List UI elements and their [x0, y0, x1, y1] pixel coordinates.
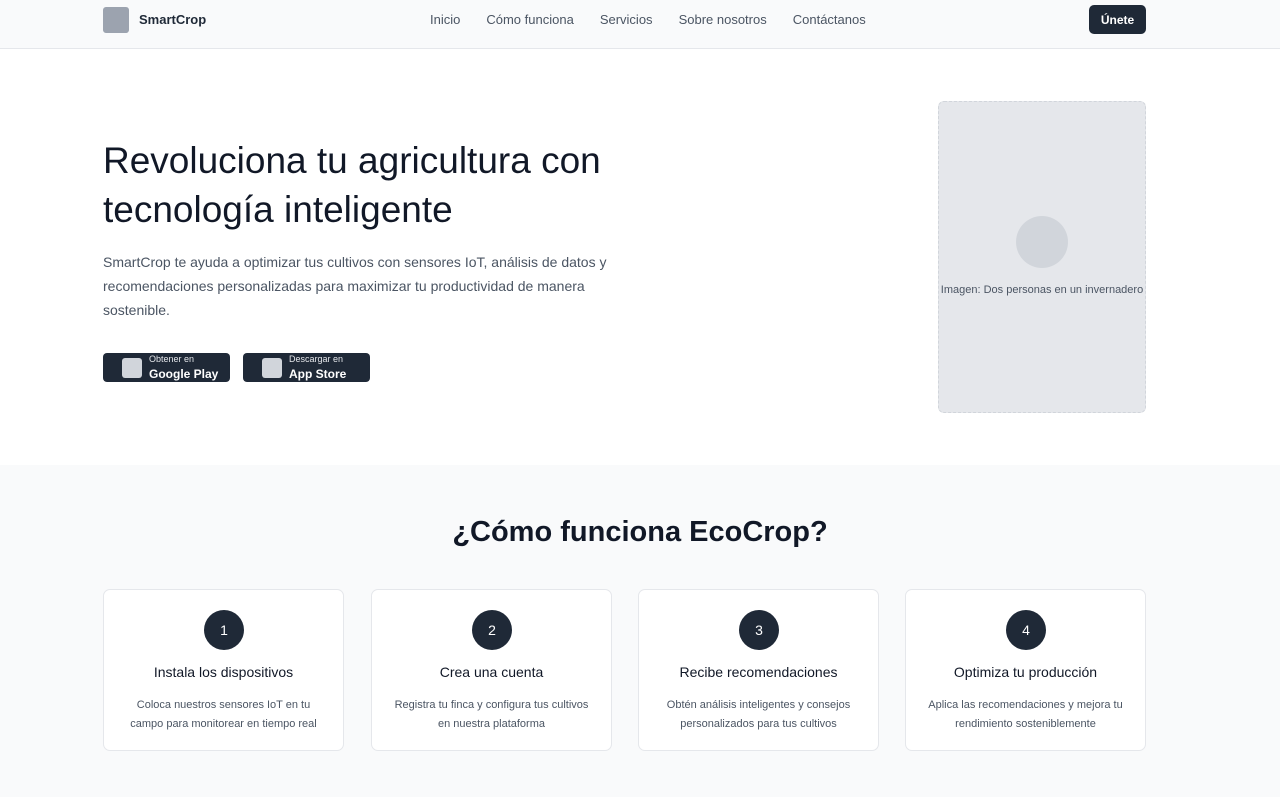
join-button[interactable]: Únete — [1089, 5, 1146, 34]
step-card: 3 Recibe recomendaciones Obtén análisis … — [638, 589, 879, 751]
nav-links: Inicio Cómo funciona Servicios Sobre nos… — [430, 12, 866, 27]
image-placeholder-icon — [1016, 216, 1068, 268]
logo-icon[interactable] — [103, 7, 129, 33]
step-card: 2 Crea una cuenta Registra tu finca y co… — [371, 589, 612, 751]
step-description: Obtén análisis inteligentes y consejos p… — [666, 699, 851, 730]
image-caption: Imagen: Dos personas en un invernadero — [940, 284, 1144, 296]
step-number-badge: 2 — [472, 610, 512, 650]
google-play-small-label: Obtener en — [149, 354, 195, 364]
step-description: Coloca nuestros sensores IoT en tu campo… — [130, 699, 317, 730]
step-card: 1 Instala los dispositivos Coloca nuestr… — [103, 589, 344, 751]
app-store-button[interactable]: Descargar en App Store — [243, 353, 370, 382]
section-title: ¿Cómo funciona EcoCrop? — [452, 516, 828, 548]
step-description: Aplica las recomendaciones y mejora tu r… — [928, 699, 1123, 730]
nav-link-inicio[interactable]: Inicio — [430, 12, 460, 27]
app-store-big-label: App Store — [289, 367, 347, 381]
google-play-big-label: Google Play — [149, 367, 219, 381]
app-store-icon — [262, 358, 282, 378]
brand-name[interactable]: SmartCrop — [139, 12, 206, 27]
how-it-works-section: ¿Cómo funciona EcoCrop? 1 Instala los di… — [0, 465, 1280, 797]
nav-link-como-funciona[interactable]: Cómo funciona — [486, 12, 573, 27]
nav-link-contactanos[interactable]: Contáctanos — [793, 12, 866, 27]
step-card: 4 Optimiza tu producción Aplica las reco… — [905, 589, 1146, 751]
step-title: Recibe recomendaciones — [679, 664, 838, 680]
top-navbar: SmartCrop Inicio Cómo funciona Servicios… — [0, 0, 1280, 49]
step-title: Instala los dispositivos — [153, 664, 294, 680]
nav-link-servicios[interactable]: Servicios — [600, 12, 653, 27]
step-title: Crea una cuenta — [439, 664, 544, 680]
step-number-badge: 4 — [1006, 610, 1046, 650]
nav-link-sobre-nosotros[interactable]: Sobre nosotros — [679, 12, 767, 27]
step-number-badge: 1 — [204, 610, 244, 650]
step-number-badge: 3 — [739, 610, 779, 650]
google-play-icon — [122, 358, 142, 378]
google-play-button[interactable]: Obtener en Google Play — [103, 353, 230, 382]
app-store-small-label: Descargar en — [289, 354, 344, 364]
step-title: Optimiza tu producción — [953, 664, 1098, 680]
hero-image-placeholder: Imagen: Dos personas en un invernadero — [938, 101, 1146, 413]
hero-description: SmartCrop te ayuda a optimizar tus culti… — [103, 254, 607, 318]
hero-title: Revoluciona tu agricultura con tecnologí… — [103, 140, 601, 230]
step-description: Registra tu finca y configura tus cultiv… — [394, 699, 589, 730]
